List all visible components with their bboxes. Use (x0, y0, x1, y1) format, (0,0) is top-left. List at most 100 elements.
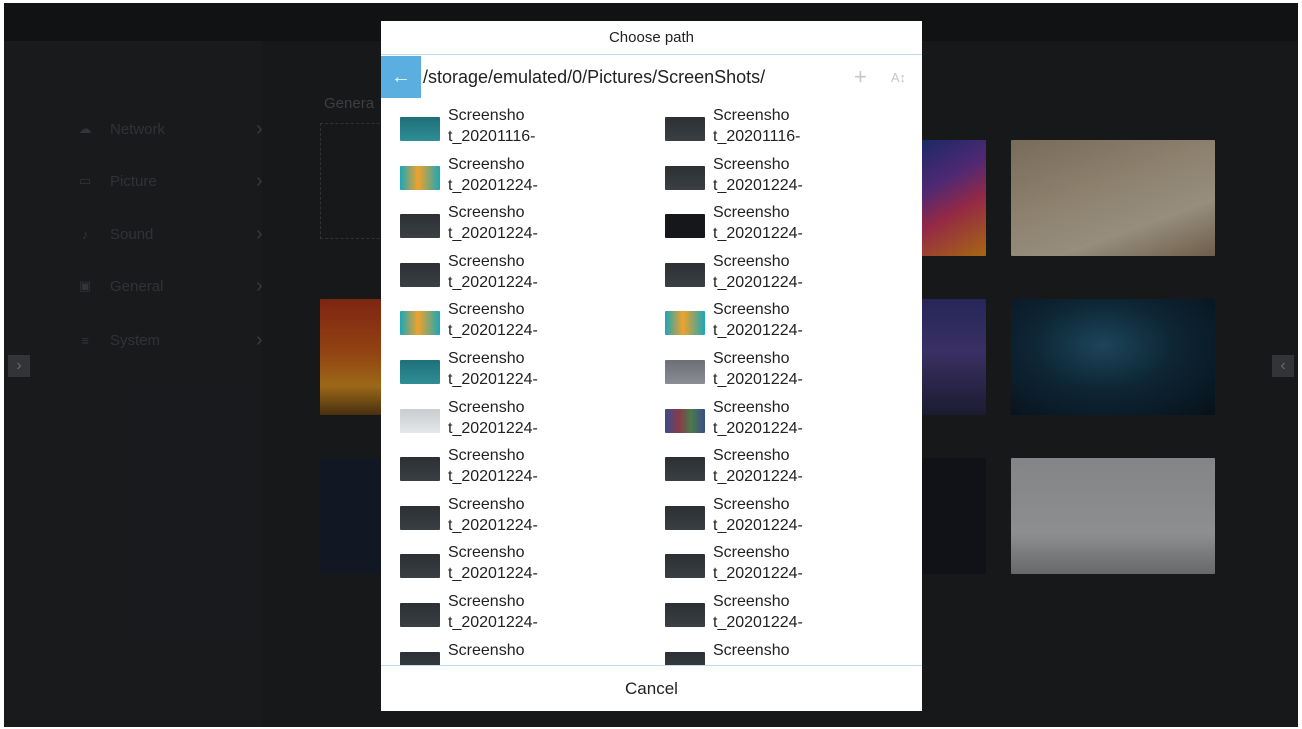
file-name-line-2: t_20201224- (448, 322, 538, 340)
file-item[interactable]: Screensho t_20201224- (646, 494, 906, 542)
file-list[interactable]: Screensho t_20201116- Screensho t_20201116-… (381, 105, 922, 666)
file-name-line-1: Screensho (713, 641, 790, 659)
file-item[interactable]: Screensho t_20201224- (381, 494, 641, 542)
file-name-line-1: Screensho (713, 301, 790, 319)
file-name-line-1: Screensho (713, 107, 790, 124)
image-thumbnail (665, 214, 705, 239)
file-name-line-1: Screensho (448, 107, 525, 124)
file-item[interactable]: Screensho t_20201224- (381, 397, 641, 445)
file-name-line-1: Screensho (448, 204, 525, 222)
file-name-line-1: Screensho (713, 495, 790, 513)
file-item[interactable]: Screensho t_20201224- (381, 591, 641, 639)
file-name-line-1: Screensho (448, 350, 525, 367)
file-name-line-2: t_20201224- (713, 176, 803, 194)
choose-path-dialog: Choose path ← /storage/emulated/0/Pictur… (381, 21, 922, 711)
plus-icon: + (853, 64, 867, 89)
file-item[interactable]: Screensho t_20201224- (646, 445, 906, 493)
arrow-left-icon: ← (391, 65, 411, 88)
file-name: Screensho t_20201224- (713, 251, 833, 293)
file-item[interactable]: Screensho t_20201224- (381, 542, 641, 590)
file-name-line-2: t_20201224- (713, 614, 803, 631)
file-item[interactable]: Screensho t_20201224- (646, 591, 906, 639)
file-name: Screensho t_20201224- (713, 348, 833, 390)
file-name: Screensho t_20201224- (713, 445, 833, 487)
image-thumbnail (665, 505, 705, 530)
new-folder-button[interactable]: + (854, 64, 867, 90)
file-item[interactable]: Screensho t_20201224- (646, 542, 906, 590)
file-name-line-2: t_20201224- (448, 516, 538, 534)
image-thumbnail (400, 408, 440, 433)
image-thumbnail (400, 651, 440, 666)
file-item[interactable]: Screensho t_20201116- (646, 105, 906, 153)
image-thumbnail (665, 311, 705, 336)
file-item[interactable]: Screensho t_20201224- (381, 154, 641, 202)
file-name-line-2: t_20201224- (713, 516, 803, 534)
file-name: Screensho t_20201224- (448, 542, 568, 584)
file-item[interactable]: Screensho t_20201224- (381, 348, 641, 396)
file-name: Screensho t_20201224- (448, 251, 568, 293)
file-name-line-1: Screensho (448, 495, 525, 513)
file-item[interactable]: Screensho t_20201116- (381, 105, 641, 153)
file-item[interactable]: Screensho t_20201224- (381, 251, 641, 299)
file-item[interactable]: Screensho t_20201224- (381, 202, 641, 250)
current-path: /storage/emulated/0/Pictures/ScreenShots… (423, 66, 766, 87)
image-thumbnail (665, 117, 705, 141)
file-name: Screensho t_20201224- (713, 202, 833, 244)
file-name-line-2: t_20201224- (448, 419, 538, 437)
file-name-line-2: t_20201116- (448, 128, 536, 145)
file-name: Screensho t_20201224- (448, 591, 568, 633)
file-name-line-1: Screensho (713, 544, 790, 562)
image-thumbnail (665, 603, 705, 627)
image-thumbnail (400, 457, 440, 482)
file-name-line-2: t_20201224- (448, 614, 538, 631)
file-name-line-1: Screensho (713, 204, 790, 222)
file-item[interactable]: Screensho t_20201224- (646, 397, 906, 445)
file-name-line-2: t_20201224- (448, 273, 538, 291)
file-name-line-2: t_20201224- (713, 273, 803, 291)
file-name-line-1: Screensho (448, 155, 525, 173)
file-name-line-1: Screensho (448, 252, 525, 270)
file-item[interactable]: Screensho t_20201224- (381, 445, 641, 493)
file-item[interactable]: Screensho t_20201224- (646, 202, 906, 250)
image-thumbnail (665, 457, 705, 482)
image-thumbnail (665, 165, 705, 190)
file-name-line-1: Screensho (713, 155, 790, 173)
file-item[interactable]: Screensho (646, 640, 906, 666)
file-name: Screensho t_20201224- (448, 154, 568, 196)
image-thumbnail (400, 360, 440, 384)
file-name-line-2: t_20201224- (713, 225, 803, 243)
file-item[interactable]: Screensho (381, 640, 641, 666)
cancel-button[interactable]: Cancel (381, 665, 922, 711)
file-item[interactable]: Screensho t_20201224- (646, 154, 906, 202)
file-name-line-2: t_20201224- (713, 371, 803, 388)
image-thumbnail (400, 214, 440, 239)
dialog-title: Choose path (381, 21, 922, 55)
file-name: Screensho (448, 640, 568, 661)
path-bar: ← /storage/emulated/0/Pictures/ScreenSho… (381, 56, 922, 98)
file-name: Screensho (713, 640, 833, 661)
file-name-line-1: Screensho (448, 447, 525, 465)
file-name-line-1: Screensho (713, 593, 790, 610)
file-name-line-2: t_20201224- (713, 468, 803, 486)
image-thumbnail (665, 262, 705, 287)
file-item[interactable]: Screensho t_20201224- (646, 299, 906, 347)
file-name-line-2: t_20201224- (448, 225, 538, 243)
file-name-line-2: t_20201224- (448, 371, 538, 388)
image-thumbnail (665, 554, 705, 579)
file-name-line-1: Screensho (448, 641, 525, 659)
file-name: Screensho t_20201224- (713, 299, 833, 341)
sort-button[interactable]: A↕ (891, 70, 906, 85)
file-item[interactable]: Screensho t_20201224- (381, 299, 641, 347)
file-name: Screensho t_20201224- (713, 154, 833, 196)
file-name-line-2: t_20201224- (448, 176, 538, 194)
file-name-line-1: Screensho (448, 301, 525, 319)
file-name: Screensho t_20201224- (713, 542, 833, 584)
file-name: Screensho t_20201224- (448, 397, 568, 439)
image-thumbnail (665, 651, 705, 666)
file-name-line-1: Screensho (713, 252, 790, 270)
file-item[interactable]: Screensho t_20201224- (646, 251, 906, 299)
back-button[interactable]: ← (381, 56, 421, 98)
file-name-line-1: Screensho (448, 593, 525, 610)
file-name-line-1: Screensho (448, 398, 525, 416)
file-item[interactable]: Screensho t_20201224- (646, 348, 906, 396)
